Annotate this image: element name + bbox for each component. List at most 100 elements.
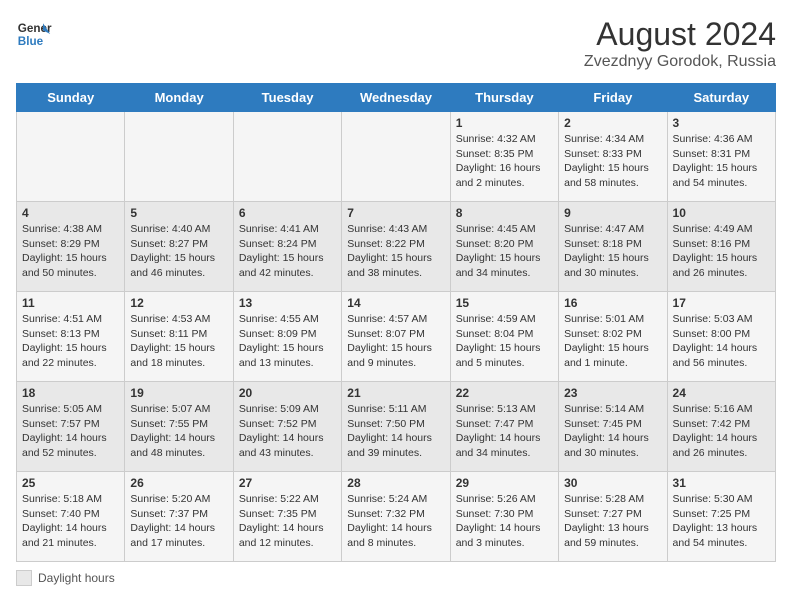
day-cell: [233, 112, 341, 202]
day-cell: 12Sunrise: 4:53 AM Sunset: 8:11 PM Dayli…: [125, 292, 233, 382]
day-number: 19: [130, 386, 227, 400]
week-row: 25Sunrise: 5:18 AM Sunset: 7:40 PM Dayli…: [17, 472, 776, 562]
day-info: Sunrise: 4:45 AM Sunset: 8:20 PM Dayligh…: [456, 222, 553, 281]
day-number: 26: [130, 476, 227, 490]
day-number: 10: [673, 206, 770, 220]
day-number: 15: [456, 296, 553, 310]
day-cell: 1 Sunrise: 4:32 AM Sunset: 8:35 PM Daylig…: [450, 112, 558, 202]
day-cell: 30Sunrise: 5:28 AM Sunset: 7:27 PM Dayli…: [559, 472, 667, 562]
day-info: Sunrise: 4:53 AM Sunset: 8:11 PM Dayligh…: [130, 312, 227, 371]
day-number: 16: [564, 296, 661, 310]
day-info: Sunrise: 5:20 AM Sunset: 7:37 PM Dayligh…: [130, 492, 227, 551]
day-cell: 27Sunrise: 5:22 AM Sunset: 7:35 PM Dayli…: [233, 472, 341, 562]
day-number: 2: [564, 116, 661, 130]
day-info: Sunrise: 4:32 AM Sunset: 8:35 PM Dayligh…: [456, 132, 553, 191]
day-info: Sunrise: 5:01 AM Sunset: 8:02 PM Dayligh…: [564, 312, 661, 371]
day-cell: [342, 112, 450, 202]
day-header-tuesday: Tuesday: [233, 84, 341, 112]
day-number: 8: [456, 206, 553, 220]
day-info: Sunrise: 5:14 AM Sunset: 7:45 PM Dayligh…: [564, 402, 661, 461]
header: General Blue August 2024 Zvezdnyy Gorodo…: [16, 16, 776, 71]
week-row: 18Sunrise: 5:05 AM Sunset: 7:57 PM Dayli…: [17, 382, 776, 472]
footer-daylight: Daylight hours: [16, 570, 115, 586]
day-header-monday: Monday: [125, 84, 233, 112]
day-cell: 4 Sunrise: 4:38 AM Sunset: 8:29 PM Daylig…: [17, 202, 125, 292]
day-number: 1: [456, 116, 553, 130]
day-number: 7: [347, 206, 444, 220]
day-number: 31: [673, 476, 770, 490]
day-cell: 10Sunrise: 4:49 AM Sunset: 8:16 PM Dayli…: [667, 202, 775, 292]
day-cell: 21 Sunrise: 5:11 AM Sunset: 7:50 PM Dayli…: [342, 382, 450, 472]
day-info: Sunrise: 5:07 AM Sunset: 7:55 PM Dayligh…: [130, 402, 227, 461]
day-info: Sunrise: 4:55 AM Sunset: 8:09 PM Dayligh…: [239, 312, 336, 371]
day-cell: 13 Sunrise: 4:55 AM Sunset: 8:09 PM Dayli…: [233, 292, 341, 382]
day-number: 30: [564, 476, 661, 490]
day-cell: 5Sunrise: 4:40 AM Sunset: 8:27 PM Daylig…: [125, 202, 233, 292]
day-cell: 2 Sunrise: 4:34 AM Sunset: 8:33 PM Daylig…: [559, 112, 667, 202]
day-header-wednesday: Wednesday: [342, 84, 450, 112]
day-cell: 23 Sunrise: 5:14 AM Sunset: 7:45 PM Dayli…: [559, 382, 667, 472]
day-number: 9: [564, 206, 661, 220]
day-cell: 17Sunrise: 5:03 AM Sunset: 8:00 PM Dayli…: [667, 292, 775, 382]
day-cell: 19 Sunrise: 5:07 AM Sunset: 7:55 PM Dayli…: [125, 382, 233, 472]
main-title: August 2024: [584, 16, 776, 53]
week-row: 11 Sunrise: 4:51 AM Sunset: 8:13 PM Dayli…: [17, 292, 776, 382]
day-info: Sunrise: 5:24 AM Sunset: 7:32 PM Dayligh…: [347, 492, 444, 551]
daylight-label: Daylight hours: [38, 571, 115, 585]
day-info: Sunrise: 5:16 AM Sunset: 7:42 PM Dayligh…: [673, 402, 770, 461]
daylight-box: [16, 570, 32, 586]
calendar-header: SundayMondayTuesdayWednesdayThursdayFrid…: [17, 84, 776, 112]
day-info: Sunrise: 4:47 AM Sunset: 8:18 PM Dayligh…: [564, 222, 661, 281]
day-cell: 3Sunrise: 4:36 AM Sunset: 8:31 PM Daylig…: [667, 112, 775, 202]
day-number: 23: [564, 386, 661, 400]
day-cell: 14Sunrise: 4:57 AM Sunset: 8:07 PM Dayli…: [342, 292, 450, 382]
logo-icon: General Blue: [16, 16, 52, 52]
day-info: Sunrise: 4:43 AM Sunset: 8:22 PM Dayligh…: [347, 222, 444, 281]
day-info: Sunrise: 4:59 AM Sunset: 8:04 PM Dayligh…: [456, 312, 553, 371]
logo: General Blue: [16, 16, 52, 52]
day-cell: 28 Sunrise: 5:24 AM Sunset: 7:32 PM Dayli…: [342, 472, 450, 562]
day-cell: 22 Sunrise: 5:13 AM Sunset: 7:47 PM Dayli…: [450, 382, 558, 472]
day-cell: 26 Sunrise: 5:20 AM Sunset: 7:37 PM Dayli…: [125, 472, 233, 562]
calendar-table: SundayMondayTuesdayWednesdayThursdayFrid…: [16, 83, 776, 562]
day-info: Sunrise: 5:03 AM Sunset: 8:00 PM Dayligh…: [673, 312, 770, 371]
day-cell: [17, 112, 125, 202]
day-cell: [125, 112, 233, 202]
day-info: Sunrise: 5:13 AM Sunset: 7:47 PM Dayligh…: [456, 402, 553, 461]
week-row: 1 Sunrise: 4:32 AM Sunset: 8:35 PM Daylig…: [17, 112, 776, 202]
day-info: Sunrise: 4:41 AM Sunset: 8:24 PM Dayligh…: [239, 222, 336, 281]
subtitle: Zvezdnyy Gorodok, Russia: [584, 53, 776, 71]
day-info: Sunrise: 4:38 AM Sunset: 8:29 PM Dayligh…: [22, 222, 119, 281]
day-number: 28: [347, 476, 444, 490]
day-number: 4: [22, 206, 119, 220]
calendar-body: 1 Sunrise: 4:32 AM Sunset: 8:35 PM Daylig…: [17, 112, 776, 562]
day-number: 13: [239, 296, 336, 310]
svg-text:Blue: Blue: [18, 35, 44, 48]
day-info: Sunrise: 5:11 AM Sunset: 7:50 PM Dayligh…: [347, 402, 444, 461]
day-number: 6: [239, 206, 336, 220]
day-cell: 16 Sunrise: 5:01 AM Sunset: 8:02 PM Dayli…: [559, 292, 667, 382]
day-cell: 24Sunrise: 5:16 AM Sunset: 7:42 PM Dayli…: [667, 382, 775, 472]
day-info: Sunrise: 4:34 AM Sunset: 8:33 PM Dayligh…: [564, 132, 661, 191]
day-header-friday: Friday: [559, 84, 667, 112]
day-cell: 11 Sunrise: 4:51 AM Sunset: 8:13 PM Dayli…: [17, 292, 125, 382]
week-row: 4 Sunrise: 4:38 AM Sunset: 8:29 PM Daylig…: [17, 202, 776, 292]
day-number: 21: [347, 386, 444, 400]
day-cell: 8 Sunrise: 4:45 AM Sunset: 8:20 PM Daylig…: [450, 202, 558, 292]
day-number: 29: [456, 476, 553, 490]
day-cell: 9 Sunrise: 4:47 AM Sunset: 8:18 PM Daylig…: [559, 202, 667, 292]
day-cell: 20Sunrise: 5:09 AM Sunset: 7:52 PM Dayli…: [233, 382, 341, 472]
day-number: 22: [456, 386, 553, 400]
day-header-thursday: Thursday: [450, 84, 558, 112]
svg-text:General: General: [18, 22, 52, 35]
day-cell: 7 Sunrise: 4:43 AM Sunset: 8:22 PM Daylig…: [342, 202, 450, 292]
day-number: 11: [22, 296, 119, 310]
day-header-sunday: Sunday: [17, 84, 125, 112]
day-cell: 25Sunrise: 5:18 AM Sunset: 7:40 PM Dayli…: [17, 472, 125, 562]
day-info: Sunrise: 5:30 AM Sunset: 7:25 PM Dayligh…: [673, 492, 770, 551]
day-info: Sunrise: 4:57 AM Sunset: 8:07 PM Dayligh…: [347, 312, 444, 371]
day-info: Sunrise: 4:51 AM Sunset: 8:13 PM Dayligh…: [22, 312, 119, 371]
day-number: 3: [673, 116, 770, 130]
day-cell: 15 Sunrise: 4:59 AM Sunset: 8:04 PM Dayli…: [450, 292, 558, 382]
day-cell: 29Sunrise: 5:26 AM Sunset: 7:30 PM Dayli…: [450, 472, 558, 562]
